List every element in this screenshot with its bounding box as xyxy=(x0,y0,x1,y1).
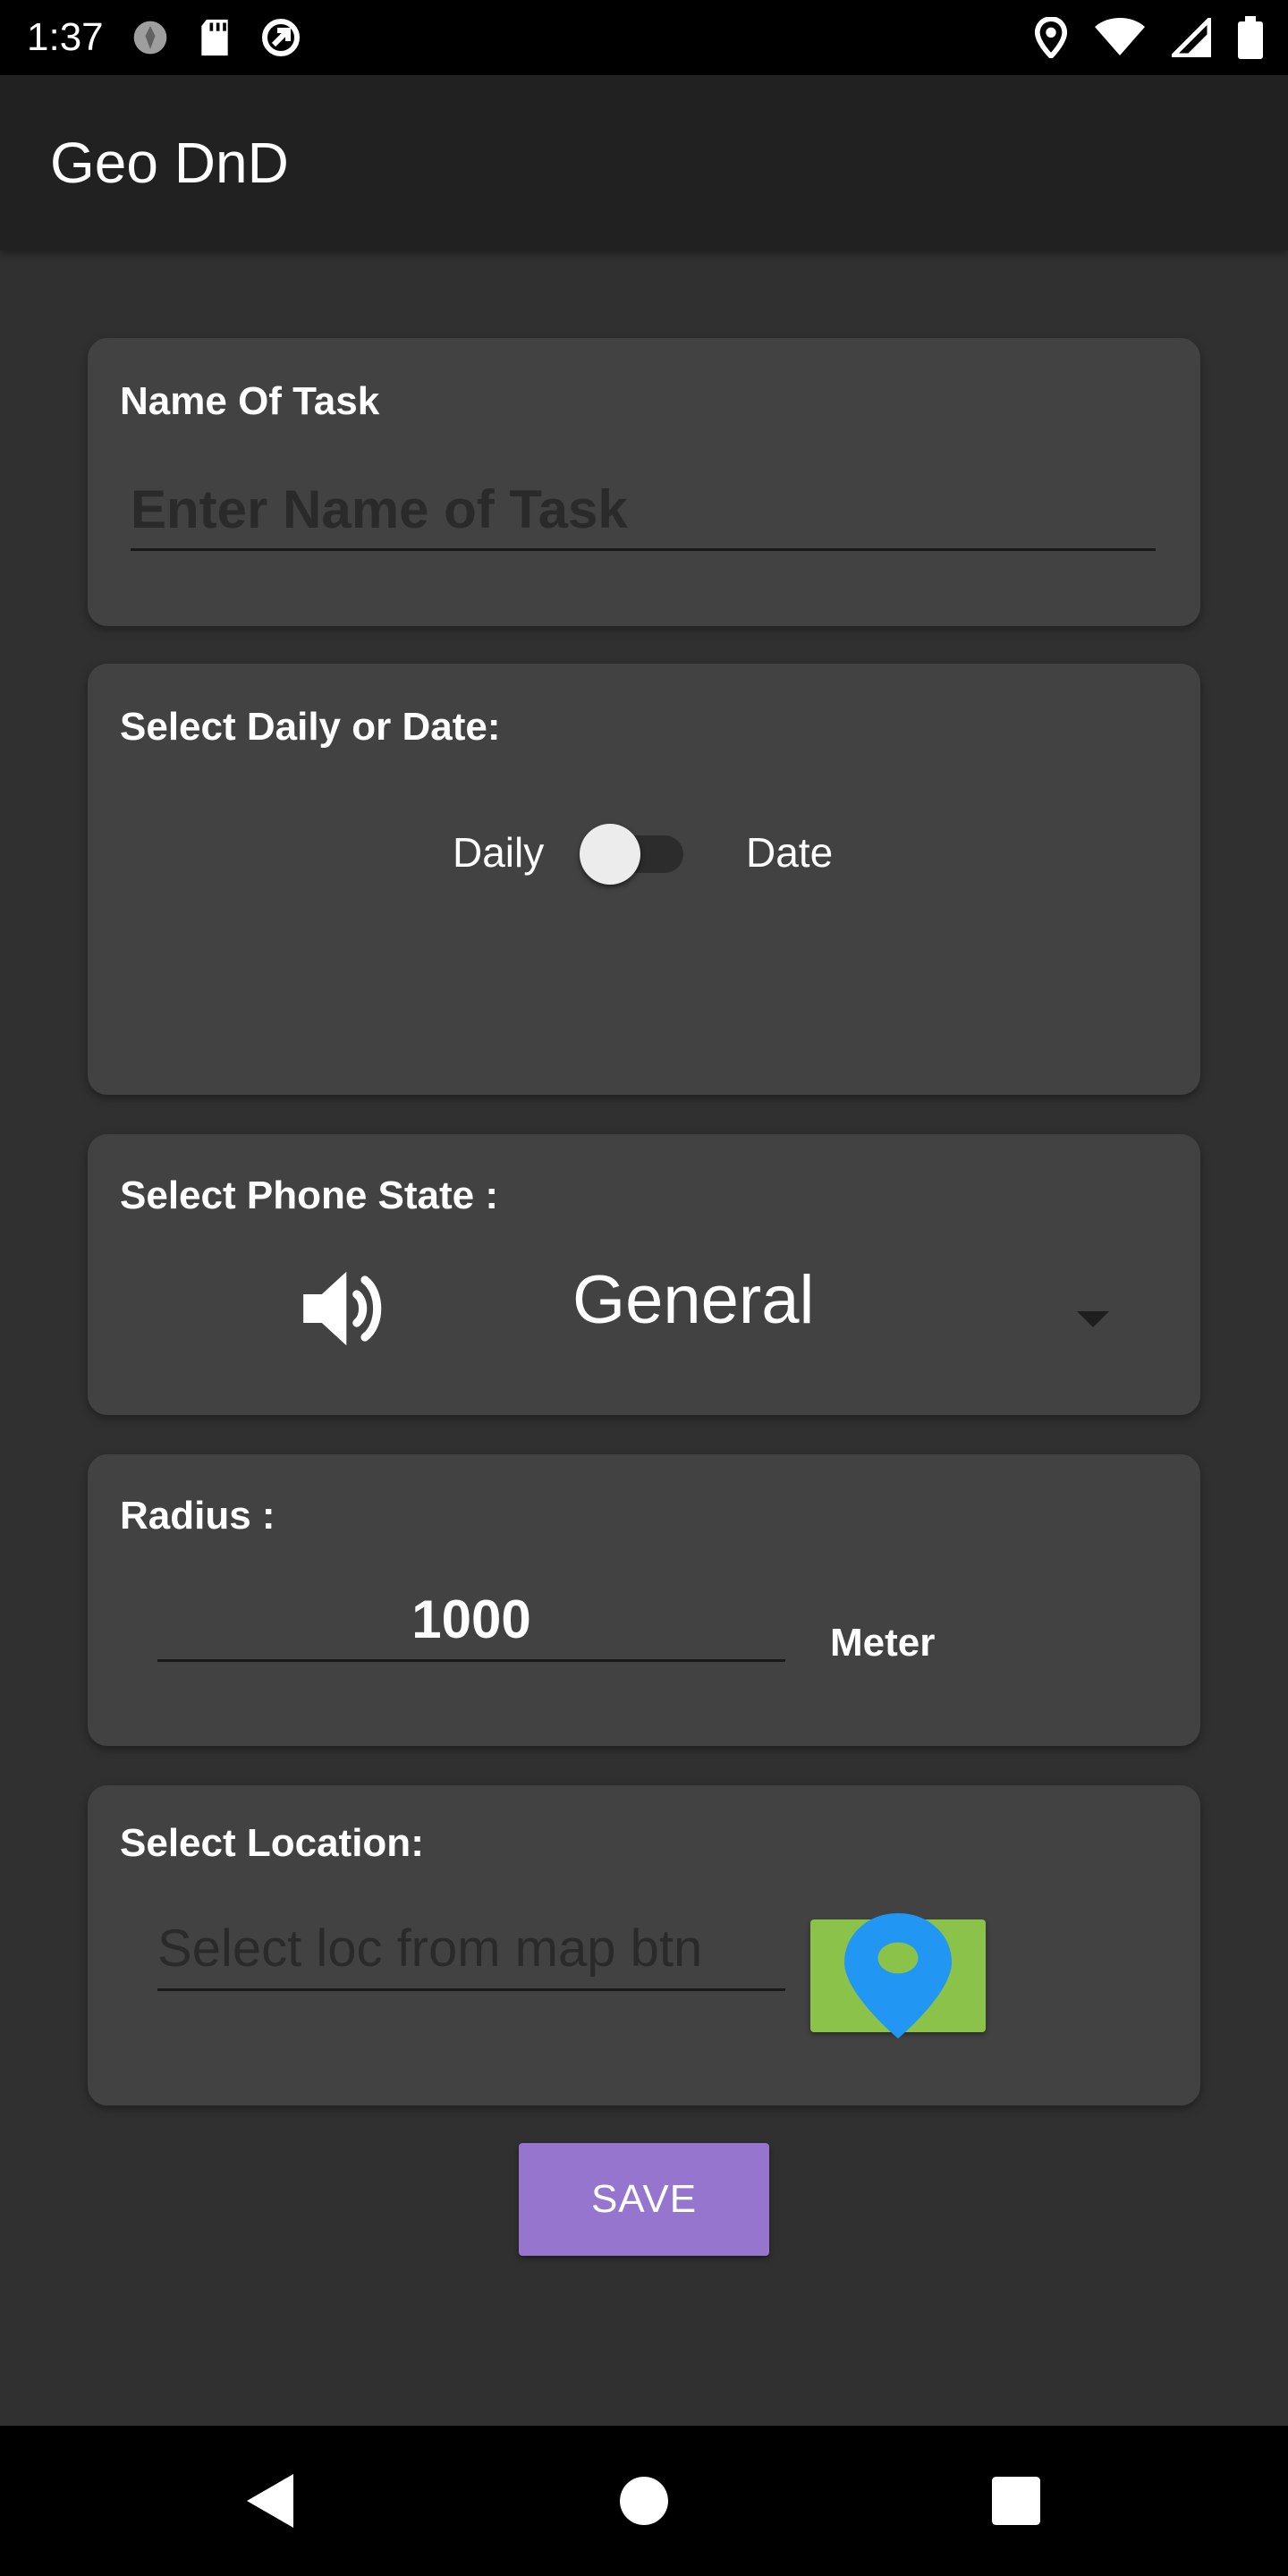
phone-state-label: Select Phone State : xyxy=(120,1174,499,1217)
phone-state-card: Select Phone State : General xyxy=(88,1134,1200,1415)
wifi-icon xyxy=(1095,18,1145,55)
radius-card: Radius : Meter xyxy=(88,1454,1200,1746)
location-label: Select Location: xyxy=(120,1821,424,1865)
schedule-label: Select Daily or Date: xyxy=(120,705,501,749)
map-pin-icon xyxy=(844,1913,952,2038)
radius-unit-label: Meter xyxy=(830,1621,936,1665)
location-card: Select Location: xyxy=(88,1785,1200,2106)
sd-card-icon xyxy=(200,19,228,56)
cell-signal-icon xyxy=(1172,18,1211,57)
recents-square-icon xyxy=(992,2477,1040,2525)
daily-date-switch[interactable] xyxy=(580,824,683,885)
schedule-toggle-row: Daily Date xyxy=(88,816,1200,887)
app-title: Geo DnD xyxy=(50,131,289,195)
phone-state-spinner[interactable]: General xyxy=(445,1233,1161,1367)
location-input[interactable] xyxy=(157,1909,785,1991)
navigation-bar xyxy=(0,2426,1288,2576)
speaker-icon xyxy=(303,1271,382,1346)
daily-option-label: Daily xyxy=(453,829,545,876)
chevron-down-icon xyxy=(1077,1311,1109,1327)
back-button[interactable] xyxy=(231,2462,309,2540)
back-triangle-icon xyxy=(247,2474,293,2528)
status-bar: 1:37 xyxy=(0,0,1288,75)
date-option-label: Date xyxy=(746,829,834,876)
location-icon xyxy=(1034,17,1068,58)
status-right xyxy=(1034,16,1263,59)
task-name-label: Name Of Task xyxy=(120,379,380,423)
home-button[interactable] xyxy=(605,2462,683,2540)
recents-button[interactable] xyxy=(977,2462,1055,2540)
schedule-card: Select Daily or Date: Daily Date xyxy=(88,664,1200,1095)
status-time: 1:37 xyxy=(27,15,104,59)
data-saver-icon xyxy=(261,19,300,56)
switch-thumb[interactable] xyxy=(580,824,640,885)
save-button[interactable]: SAVE xyxy=(519,2143,769,2256)
app-notification-icon xyxy=(133,21,166,55)
app-bar: Geo DnD xyxy=(0,75,1288,250)
phone-state-value: General xyxy=(572,1262,815,1338)
select-from-map-button[interactable] xyxy=(810,1913,986,2038)
battery-icon xyxy=(1238,16,1263,59)
radius-input[interactable] xyxy=(157,1580,785,1662)
home-circle-icon xyxy=(620,2477,668,2525)
task-name-card: Name Of Task xyxy=(88,338,1200,626)
radius-label: Radius : xyxy=(120,1494,275,1538)
task-name-input[interactable] xyxy=(131,470,1156,551)
status-left: 1:37 xyxy=(27,15,302,60)
